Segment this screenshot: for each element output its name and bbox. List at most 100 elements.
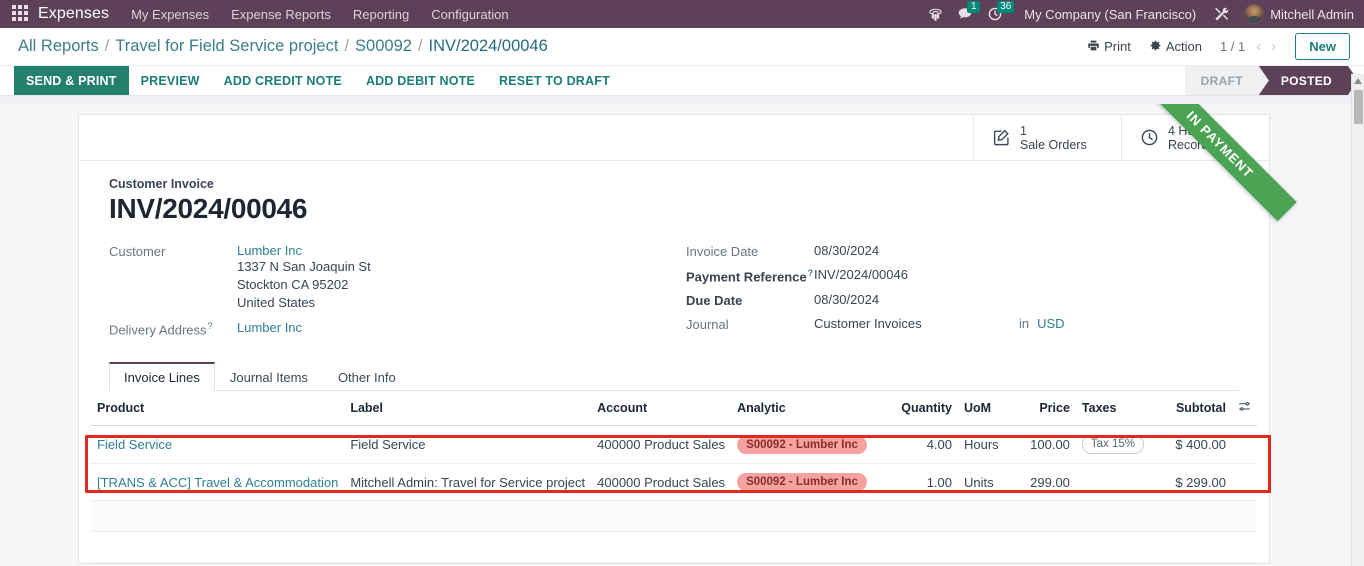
status-posted[interactable]: POSTED [1258,66,1348,95]
column-header-analytic[interactable]: Analytic [731,391,888,427]
notebook: Invoice Lines Journal Items Other Info [109,361,1239,392]
journal-value[interactable]: Customer Invoices [814,316,1019,331]
table-row[interactable]: Field Service Field Service 400000 Produ… [91,425,1257,465]
table-row-empty[interactable] [91,500,1257,533]
menu-expense-reports[interactable]: Expense Reports [231,7,331,22]
row-account[interactable]: 400000 Product Sales [591,425,732,465]
row-quantity[interactable]: 4.00 [887,425,958,465]
field-journal-value-group: Customer Invoices in USD [814,316,1065,331]
customer-link[interactable]: Lumber Inc [237,243,371,258]
tools-wrench-icon[interactable] [1206,1,1236,27]
row-quantity[interactable]: 1.00 [887,463,958,502]
menu-configuration[interactable]: Configuration [431,7,508,22]
column-options-icon[interactable] [1238,402,1251,416]
table-row[interactable]: [TRANS & ACC] Travel & Accommodation Mit… [91,463,1257,502]
customer-address-line-3: United States [237,295,316,310]
analytic-tag: S00092 - Lumber Inc [737,473,867,492]
customer-address-line-2: Stockton CA 95202 [237,277,349,292]
row-analytic[interactable]: S00092 - Lumber Inc [731,425,888,465]
row-options-cell [1231,463,1257,502]
column-header-uom[interactable]: UoM [958,391,1015,427]
add-credit-note-button[interactable]: ADD CREDIT NOTE [212,66,354,95]
row-uom[interactable]: Hours [958,425,1015,465]
field-journal-label: Journal [686,317,729,333]
row-label[interactable]: Field Service [344,425,592,465]
delivery-address-link[interactable]: Lumber Inc [237,320,302,335]
apps-grid-icon[interactable] [12,5,30,23]
row-uom[interactable]: Units [958,463,1015,502]
clock-activity-icon[interactable]: 36 [980,1,1015,27]
company-switcher[interactable]: My Company (San Francisco) [1024,7,1196,22]
pager-previous-icon[interactable]: ‹ [1251,38,1266,55]
print-button[interactable]: Print [1087,39,1131,55]
smart-button-sale-orders[interactable]: 1 Sale Orders [973,115,1121,160]
row-price[interactable]: 100.00 [1014,425,1076,465]
column-header-taxes[interactable]: Taxes [1075,391,1159,427]
table-row-empty[interactable] [91,531,1257,564]
tab-journal-items[interactable]: Journal Items [215,362,323,391]
action-label: Action [1165,39,1202,54]
vertical-scrollbar[interactable] [1351,74,1364,566]
delivery-address-label-text: Delivery Address [109,322,207,338]
field-invoice-date-label: Invoice Date [686,244,759,259]
column-header-label[interactable]: Label [344,391,592,427]
field-invoice-date-value[interactable]: 08/30/2024 [814,243,879,258]
smart-button-box: 1 Sale Orders 4 Hours Recorded [79,115,1269,161]
breadcrumb-separator: / [104,37,110,55]
row-price[interactable]: 299.00 [1014,463,1076,502]
send-and-print-button[interactable]: SEND & PRINT [14,66,129,95]
row-label[interactable]: Mitchell Admin: Travel for Service proje… [344,463,592,502]
column-header-price[interactable]: Price [1014,391,1076,427]
navbar-right-group: 1 36 My Company (San Francisco) Mitchell… [920,1,1354,27]
column-header-product[interactable]: Product [91,391,345,427]
row-account[interactable]: 400000 Product Sales [591,463,732,502]
row-product-link[interactable]: Field Service [97,437,172,452]
messages-badge: 1 [967,1,981,13]
user-menu[interactable]: Mitchell Admin [1244,4,1354,24]
column-header-account[interactable]: Account [591,391,732,427]
user-name: Mitchell Admin [1270,6,1354,22]
app-brand-expenses[interactable]: Expenses [38,5,109,23]
status-draft[interactable]: DRAFT [1184,66,1259,95]
phone-dialpad-icon[interactable] [920,1,950,27]
menu-reporting[interactable]: Reporting [353,7,409,22]
clock-icon [1140,128,1159,147]
field-due-date-value[interactable]: 08/30/2024 [814,292,879,307]
action-button[interactable]: Action [1149,39,1202,55]
chat-bubble-icon[interactable]: 1 [950,1,981,27]
tab-other-info[interactable]: Other Info [323,362,411,391]
help-icon[interactable]: ? [208,321,213,331]
column-header-subtotal[interactable]: Subtotal [1158,391,1232,427]
breadcrumb-item-s00092[interactable]: S00092 [355,37,412,56]
pager-counter: 1 / 1 [1219,39,1246,54]
smart-button-sale-orders-text: 1 Sale Orders [1020,124,1087,152]
pager-next-icon[interactable]: › [1266,38,1281,55]
row-subtotal: $ 299.00 [1158,463,1232,502]
help-icon[interactable]: ? [808,268,814,278]
gear-icon [1149,39,1162,55]
scrollbar-thumb[interactable] [1354,90,1363,124]
scroll-up-arrow-icon[interactable] [1354,78,1362,84]
preview-button[interactable]: PREVIEW [129,66,212,95]
row-taxes[interactable] [1075,463,1159,502]
tab-invoice-lines[interactable]: Invoice Lines [109,362,215,392]
row-taxes[interactable]: Tax 15% [1075,425,1159,465]
reset-to-draft-button[interactable]: RESET TO DRAFT [487,66,622,95]
tax-tag: Tax 15% [1081,435,1145,455]
currency-link[interactable]: USD [1037,316,1064,331]
payment-reference-label-text: Payment Reference [686,269,807,285]
currency-prefix-label: in [1019,316,1030,332]
add-debit-note-button[interactable]: ADD DEBIT NOTE [354,66,487,95]
field-payment-reference-value[interactable]: INV/2024/00046 [814,267,908,282]
breadcrumb-item-travel-project[interactable]: Travel for Field Service project [115,37,338,56]
row-product-link[interactable]: [TRANS & ACC] Travel & Accommodation [97,475,338,490]
row-analytic[interactable]: S00092 - Lumber Inc [731,463,888,502]
column-header-quantity[interactable]: Quantity [887,391,958,427]
new-button[interactable]: New [1295,33,1350,60]
breadcrumb-item-all-reports[interactable]: All Reports [18,37,99,56]
invoice-lines-list-wrapper: Product Label Account Analytic Quantity … [79,391,1269,564]
avatar [1244,4,1265,24]
field-delivery-address: Delivery Address? Lumber Inc [109,320,674,337]
menu-my-expenses[interactable]: My Expenses [131,7,209,22]
analytic-tag: S00092 - Lumber Inc [737,435,867,454]
